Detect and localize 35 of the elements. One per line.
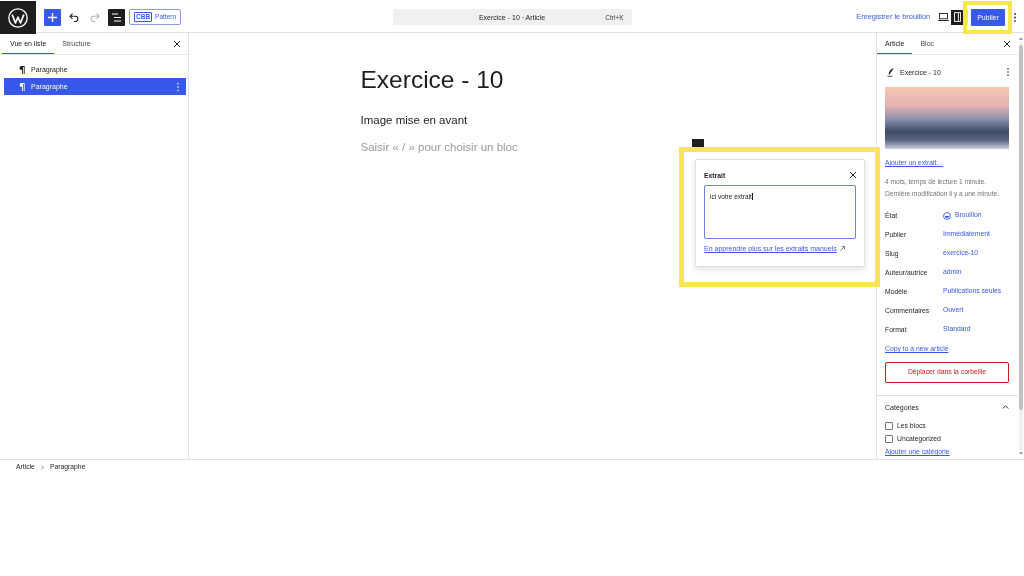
undo-icon: [69, 12, 79, 22]
close-icon: [1004, 40, 1010, 47]
up-arrow-icon[interactable]: [1019, 37, 1023, 40]
checkbox[interactable]: [885, 434, 893, 443]
chevron-up-icon[interactable]: [1002, 405, 1009, 409]
logo-icon: [8, 7, 28, 28]
redo-icon: [90, 12, 100, 22]
add-block-button[interactable]: [44, 8, 61, 26]
list-view-button[interactable]: [108, 8, 125, 26]
block-marker-icon: [692, 139, 704, 150]
pilcrow-icon: [19, 82, 25, 91]
photo-placeholder[interactable]: [885, 87, 1009, 149]
close-icon: [850, 172, 856, 178]
paragraph-text: Image mise en avant: [360, 113, 468, 128]
post-title: Exercice - 10: [360, 65, 504, 95]
settings-toggle-button[interactable]: [951, 9, 964, 25]
close-button[interactable]: [1004, 40, 1010, 47]
plus-icon: [48, 12, 57, 22]
scrollbar-thumb[interactable]: [1019, 45, 1023, 410]
text-cursor-icon: [751, 193, 753, 200]
close-button[interactable]: [174, 40, 180, 47]
site-logo-button[interactable]: [0, 1, 36, 34]
laptop-icon: [937, 13, 949, 21]
sidebar-icon: [953, 12, 961, 22]
chevron-right-icon: [40, 464, 44, 470]
pilcrow-icon: [19, 65, 25, 74]
half-circle-icon: [943, 211, 951, 220]
list-icon: [112, 12, 121, 22]
checkbox[interactable]: [885, 421, 893, 430]
close-icon: [174, 40, 180, 47]
undo-button[interactable]: [69, 12, 79, 22]
close-button[interactable]: [850, 172, 856, 178]
external-link-icon: [839, 246, 845, 251]
down-arrow-icon[interactable]: [1019, 452, 1023, 455]
quill-icon: [887, 67, 894, 77]
